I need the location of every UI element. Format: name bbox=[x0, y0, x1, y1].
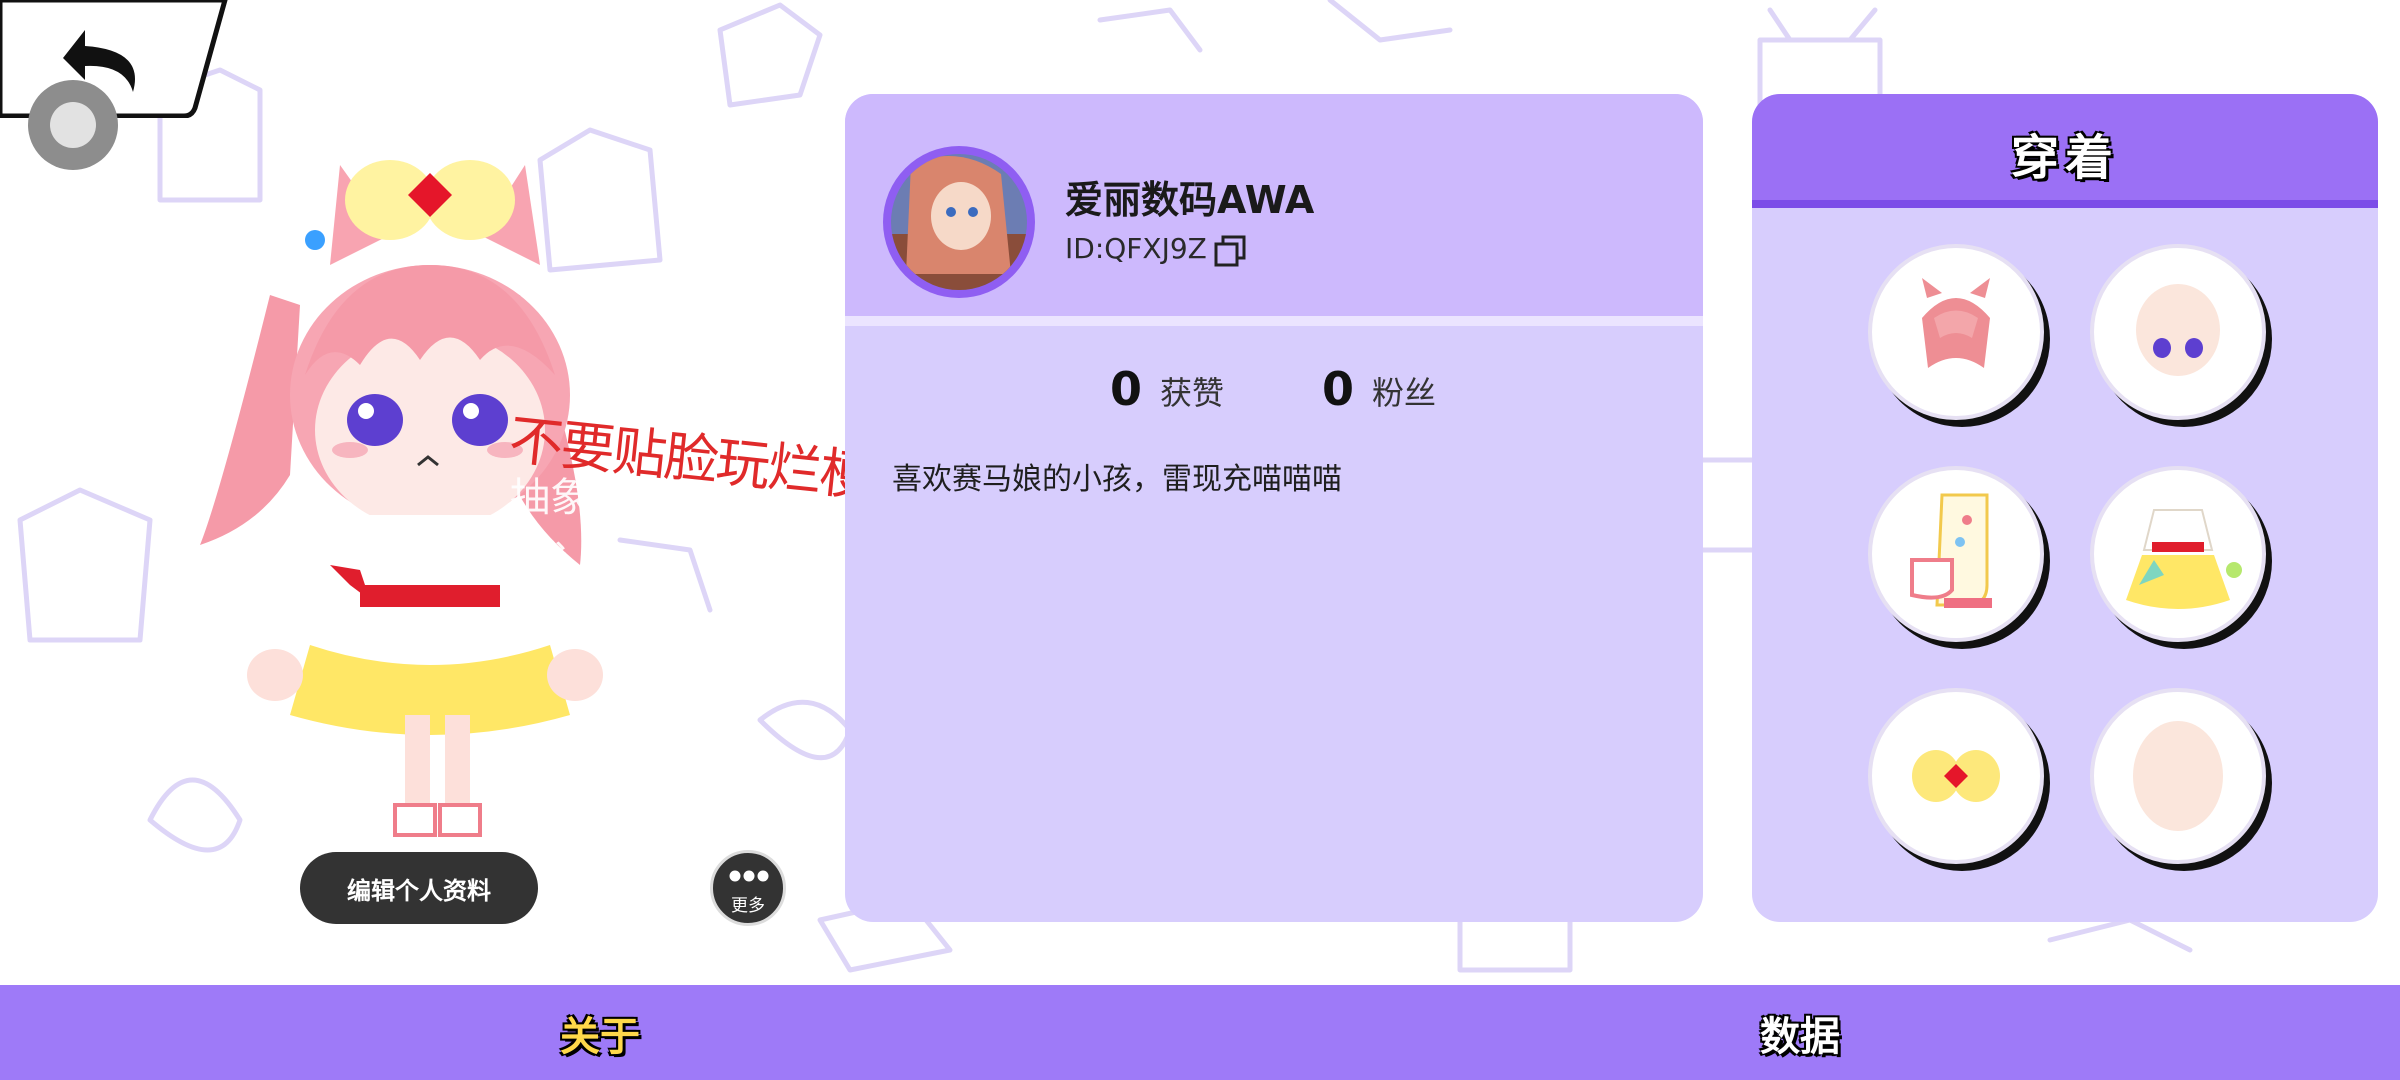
user-id: ID:QFXJ9Z bbox=[1065, 232, 1207, 265]
likes-label: 获赞 bbox=[1160, 374, 1225, 412]
fans-count: 0 bbox=[1322, 362, 1355, 416]
outfit-slot-dress[interactable] bbox=[2090, 466, 2266, 642]
profile-card: 爱丽数码AWA ID:QFXJ9Z 0 获赞 0 粉丝 喜欢赛马娘的小孩，雷现充… bbox=[845, 94, 1703, 922]
danmu-comment: 我 bbox=[528, 538, 568, 584]
hair-accessory-icon bbox=[1912, 750, 2000, 802]
edit-profile-button[interactable]: 编辑个人资料 bbox=[300, 852, 538, 924]
more-label: 更多 bbox=[731, 896, 765, 916]
head-base-icon bbox=[2133, 721, 2223, 831]
outfit-slot-hair-accessory[interactable] bbox=[1868, 688, 2044, 864]
dress-icon bbox=[2126, 509, 2242, 609]
hair-icon bbox=[1922, 278, 1990, 368]
outfit-slot-face[interactable] bbox=[2090, 244, 2266, 420]
outfit-title: 穿着 bbox=[2010, 130, 2119, 186]
tab-about[interactable]: 关于 bbox=[0, 985, 1200, 1080]
outfit-card: 穿着 bbox=[1752, 94, 2378, 922]
danmu-comment: 抽象开 bbox=[510, 475, 630, 521]
tab-about-label: 关于 bbox=[560, 1013, 640, 1060]
fans-label: 粉丝 bbox=[1372, 374, 1437, 412]
tab-data-label: 数据 bbox=[1760, 1013, 1840, 1060]
profile-avatar[interactable] bbox=[883, 146, 1035, 298]
bottom-tab-bar: 关于 数据 bbox=[0, 985, 2400, 1080]
copy-icon[interactable] bbox=[1213, 234, 1247, 268]
shoes-icon bbox=[1910, 493, 1992, 608]
more-button[interactable]: 更多 bbox=[710, 850, 786, 926]
outfit-slot-shoes[interactable] bbox=[1868, 466, 2044, 642]
likes-count: 0 bbox=[1110, 362, 1143, 416]
outfit-slot-hair[interactable] bbox=[1868, 244, 2044, 420]
tab-data[interactable]: 数据 bbox=[1200, 985, 2400, 1080]
bio-text: 喜欢赛马娘的小孩，雷现充喵喵喵 bbox=[892, 462, 1342, 497]
avatar-portrait-icon bbox=[891, 154, 1027, 290]
outfit-header: 穿着 bbox=[1752, 94, 2378, 208]
more-dots-icon bbox=[729, 870, 769, 882]
username: 爱丽数码AWA bbox=[1065, 178, 1315, 222]
outfit-slot-head-base[interactable] bbox=[2090, 688, 2266, 864]
divider bbox=[845, 316, 1703, 326]
face-icon bbox=[2136, 284, 2220, 376]
home-button[interactable] bbox=[28, 80, 118, 170]
